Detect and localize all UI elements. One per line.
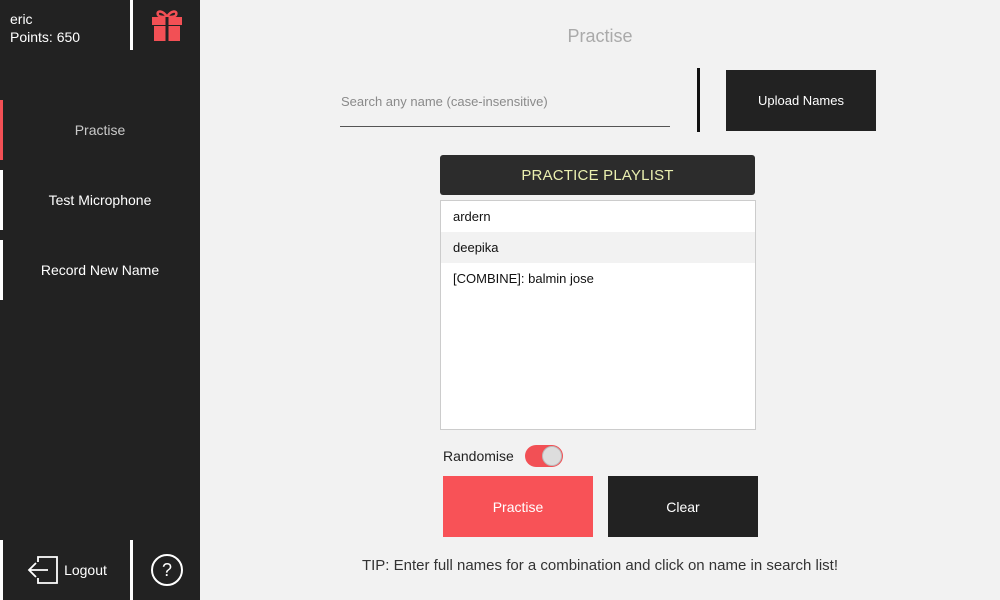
points-label: Points: 650 (10, 29, 81, 45)
active-marker (0, 100, 3, 160)
svg-text:?: ? (161, 560, 171, 580)
sidebar-item-label: Test Microphone (48, 192, 152, 208)
search-input[interactable] (340, 86, 670, 116)
sidebar: eric Points: 650 Practise Test Microphon… (0, 0, 200, 600)
sidebar-item-label: Record New Name (40, 262, 160, 278)
playlist-header: PRACTICE PLAYLIST (440, 155, 755, 195)
username: eric (10, 11, 33, 27)
logout-label: Logout (64, 562, 107, 578)
gift-icon (151, 10, 182, 41)
help-button[interactable]: ? (133, 540, 200, 600)
playlist-item[interactable]: ardern (441, 201, 755, 232)
search-field (340, 86, 670, 127)
toggle-knob (542, 446, 562, 466)
sidebar-item-record-new-name[interactable]: Record New Name (0, 240, 200, 300)
clear-button[interactable]: Clear (608, 476, 758, 537)
playlist-item[interactable]: [COMBINE]: balmin jose (441, 263, 755, 294)
randomise-label: Randomise (443, 448, 514, 464)
rewards-button[interactable] (133, 0, 200, 50)
item-marker (0, 170, 3, 230)
item-marker (0, 240, 3, 300)
sidebar-item-practise[interactable]: Practise (0, 100, 200, 160)
playlist-item[interactable]: deepika (441, 232, 755, 263)
logout-icon (27, 556, 58, 584)
practise-button[interactable]: Practise (443, 476, 593, 537)
divider (697, 68, 700, 132)
randomise-toggle[interactable] (525, 445, 563, 467)
sidebar-item-test-microphone[interactable]: Test Microphone (0, 170, 200, 230)
help-icon: ? (150, 554, 183, 586)
upload-names-button[interactable]: Upload Names (726, 70, 876, 131)
playlist: ardern deepika [COMBINE]: balmin jose (440, 200, 756, 430)
sidebar-item-label: Practise (74, 122, 126, 138)
tip-text: TIP: Enter full names for a combination … (361, 557, 839, 574)
logout-button[interactable]: Logout (3, 540, 130, 600)
page-title: Practise (567, 26, 633, 46)
user-info: eric Points: 650 (0, 0, 130, 50)
